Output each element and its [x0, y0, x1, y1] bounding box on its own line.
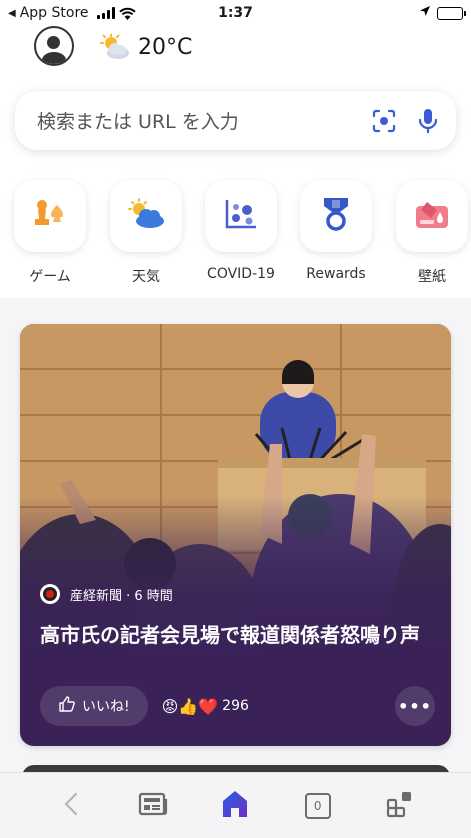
- quick-link-covid[interactable]: COVID-19: [205, 180, 277, 282]
- microphone-icon[interactable]: [418, 108, 438, 134]
- quick-link-label: COVID-19: [207, 266, 275, 282]
- reactions[interactable]: 😡👍❤️ 296: [162, 697, 249, 716]
- back-app-label: App Store: [19, 5, 89, 21]
- quick-link-games[interactable]: ゲーム: [14, 180, 86, 286]
- apps-button[interactable]: [378, 784, 422, 828]
- like-button[interactable]: いいね!: [40, 686, 148, 726]
- reaction-count: 296: [222, 698, 249, 714]
- quick-link-rewards[interactable]: Rewards: [300, 180, 372, 282]
- news-feed-button[interactable]: [131, 784, 175, 828]
- tabs-button[interactable]: 0: [296, 784, 340, 828]
- quick-link-weather[interactable]: 天気: [110, 180, 182, 286]
- search-input[interactable]: 検索または URL を入力: [37, 107, 372, 134]
- games-icon: [31, 197, 69, 235]
- chevron-left-icon: [64, 792, 78, 820]
- location-arrow-icon: [419, 5, 431, 21]
- wallpaper-icon: [413, 198, 451, 234]
- thumbs-up-icon: [58, 695, 76, 717]
- quick-link-label: 天気: [132, 269, 160, 285]
- home-button[interactable]: [213, 784, 257, 828]
- partly-cloudy-icon: [100, 34, 130, 60]
- news-card[interactable]: 産経新聞 · 6 時間 高市氏の記者会見場で報道関係者怒鳴り声 いいね! 😡👍❤…: [20, 324, 451, 746]
- temperature: 20°C: [138, 34, 193, 60]
- card-actions: いいね! 😡👍❤️ 296 •••: [40, 686, 435, 726]
- status-left[interactable]: ◀ App Store: [8, 5, 136, 21]
- like-label: いいね!: [82, 699, 130, 715]
- quick-link-wallpaper[interactable]: 壁紙: [396, 180, 468, 286]
- quick-link-label: Rewards: [306, 266, 366, 282]
- back-arrow-icon: ◀: [8, 7, 16, 19]
- news-source: 産経新聞 · 6 時間: [40, 584, 173, 604]
- bottom-toolbar: 0: [0, 772, 471, 838]
- more-dots-icon: •••: [398, 696, 432, 716]
- rewards-icon: [320, 196, 352, 236]
- status-bar: ◀ App Store 1:37: [0, 0, 471, 26]
- back-button[interactable]: [49, 784, 93, 828]
- battery-icon: [437, 6, 466, 20]
- reaction-emojis: 😡👍❤️: [161, 696, 219, 716]
- weather-widget[interactable]: 20°C: [100, 34, 192, 60]
- quick-link-label: 壁紙: [418, 269, 446, 285]
- newspaper-icon: [138, 792, 168, 820]
- avatar-icon[interactable]: [34, 26, 74, 66]
- news-headline[interactable]: 高市氏の記者会見場で報道関係者怒鳴り声: [40, 620, 435, 650]
- tab-count: 0: [304, 792, 331, 819]
- publisher-logo-icon: [40, 584, 60, 604]
- header: 20°C: [0, 26, 471, 68]
- quick-link-label: ゲーム: [29, 269, 71, 285]
- search-bar[interactable]: 検索または URL を入力: [15, 91, 456, 150]
- status-time: 1:37: [218, 5, 253, 21]
- source-label: 産経新聞 · 6 時間: [70, 588, 173, 604]
- visual-search-icon[interactable]: [372, 109, 396, 133]
- status-right: [419, 5, 466, 21]
- cellular-signal-icon: [96, 7, 115, 19]
- covid-icon: [224, 198, 258, 234]
- weather-icon: [126, 198, 166, 234]
- wifi-icon: [118, 7, 136, 20]
- apps-grid-icon: [386, 790, 414, 822]
- quick-links: ゲーム 天気 COVID-19 Rewards 壁紙: [0, 180, 471, 290]
- more-options-button[interactable]: •••: [395, 686, 435, 726]
- home-icon: [221, 789, 249, 823]
